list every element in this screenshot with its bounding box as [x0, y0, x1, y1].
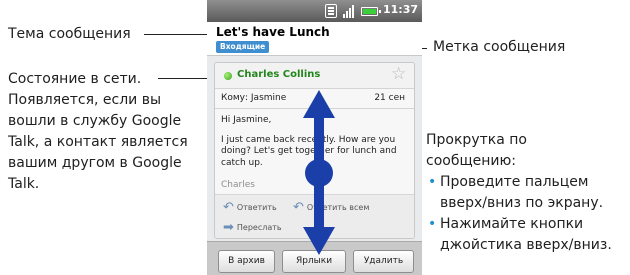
message-date: 21 сен	[374, 93, 405, 103]
delete-button[interactable]: Удалить	[353, 250, 414, 273]
sender-row[interactable]: Charles Collins ☆	[215, 63, 414, 89]
callout-online-line: Talk, а контакт является	[8, 134, 188, 150]
scroll-tip-joystick: Нажимайте кнопки джойстика вверх/вниз.	[426, 214, 630, 256]
archive-button[interactable]: В архив	[218, 250, 275, 273]
scroll-tips-list: Проведите пальцем вверх/вниз по экрану. …	[426, 172, 630, 256]
online-presence-icon	[224, 72, 232, 80]
callout-scroll-title: Прокрутка по	[426, 132, 527, 148]
status-bar: 11:37	[207, 0, 422, 22]
scroll-tip-line: Нажимайте кнопки	[440, 216, 584, 232]
message-label-badge[interactable]: Входящие	[216, 41, 270, 53]
callout-online-line: Появляется, если вы	[8, 92, 162, 108]
recipient: Кому: Jasmine	[221, 93, 287, 103]
forward-button[interactable]: ➡ Переслать	[223, 220, 282, 235]
callout-message-topic-text: Тема сообщения	[8, 26, 131, 42]
callout-online-line: Состояние в сети.	[8, 71, 142, 87]
forward-arrow-icon: ➡	[223, 220, 234, 235]
scroll-tip-line: вверх/вниз по экрану.	[440, 195, 604, 211]
double-arrow-scroll-icon	[303, 90, 335, 255]
callout-online-status: Состояние в сети. Появляется, если вы во…	[8, 69, 198, 195]
sim-card-icon	[325, 4, 337, 18]
sender-name[interactable]: Charles Collins	[237, 69, 320, 80]
status-time: 11:37	[383, 3, 419, 16]
message-subject: Let's have Lunch	[216, 25, 330, 39]
callout-online-line: вашим другом в Google	[8, 155, 182, 171]
battery-icon	[361, 7, 381, 16]
leader-line-topic	[144, 34, 214, 35]
reply-button[interactable]: ↶ Ответить	[223, 200, 277, 215]
subject-header: Let's have Lunch Входящие	[207, 22, 422, 56]
message-signature: Charles	[221, 180, 255, 190]
callout-message-label: Метка сообщения	[433, 37, 565, 58]
callout-online-line: Talk.	[8, 176, 40, 192]
scroll-tip-line: Проведите пальцем	[440, 174, 589, 190]
callout-message-label-text: Метка сообщения	[433, 39, 566, 55]
scroll-tip-line: джойстика вверх/вниз.	[440, 237, 612, 253]
reply-label: Ответить	[236, 203, 277, 212]
callout-scroll-title: сообщению:	[426, 153, 517, 169]
callout-message-topic: Тема сообщения	[8, 24, 131, 45]
signal-bars-icon	[343, 4, 356, 18]
star-outline-icon[interactable]: ☆	[391, 64, 406, 84]
scroll-tip-swipe: Проведите пальцем вверх/вниз по экрану.	[426, 172, 630, 214]
forward-label: Переслать	[236, 223, 282, 232]
callout-scroll-tips: Прокрутка по сообщению: Проведите пальце…	[426, 130, 630, 256]
reply-arrow-icon: ↶	[223, 200, 234, 215]
callout-online-line: вошли в службу Google	[8, 113, 182, 129]
